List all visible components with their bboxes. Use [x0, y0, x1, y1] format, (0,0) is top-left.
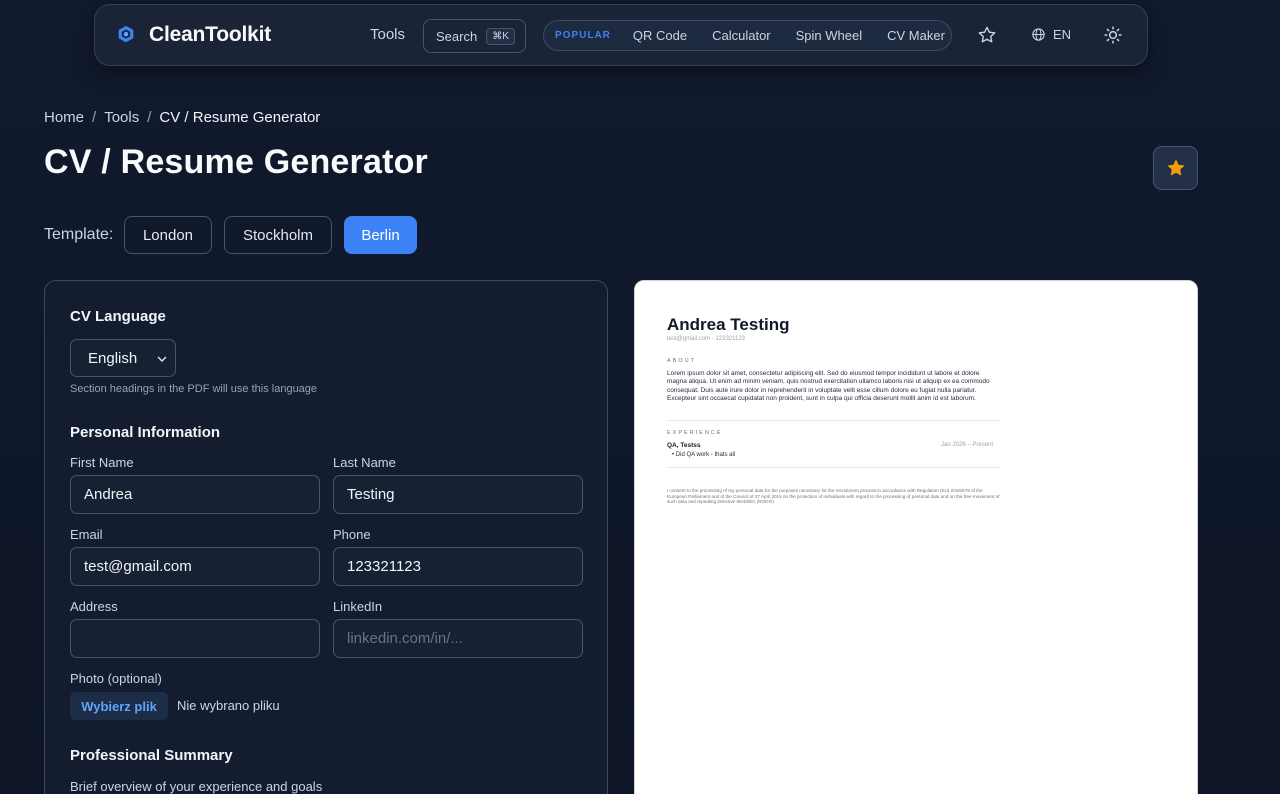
- last-name-input[interactable]: Testing: [333, 475, 583, 514]
- search-shortcut: ⌘K: [486, 27, 515, 45]
- phone-label: Phone: [333, 527, 371, 542]
- address-input[interactable]: [70, 619, 320, 658]
- template-berlin-button[interactable]: Berlin: [344, 216, 417, 254]
- popular-link-calculator[interactable]: Calculator: [712, 28, 771, 43]
- cv-language-select[interactable]: English: [70, 339, 176, 377]
- cv-preview-divider: [667, 467, 1001, 468]
- cv-preview-divider: [667, 420, 1001, 421]
- breadcrumb-separator: /: [147, 109, 152, 126]
- page-title: CV / Resume Generator: [44, 143, 428, 181]
- cv-preview-about-text: Lorem ipsum dolor sit amet, consectetur …: [667, 370, 990, 402]
- cv-preview-contact: test@gmail.com · 123321123: [667, 336, 746, 342]
- email-input[interactable]: test@gmail.com: [70, 547, 320, 586]
- cv-language-title: CV Language: [70, 308, 166, 325]
- breadcrumb-separator: /: [92, 109, 97, 126]
- professional-summary-hint: Brief overview of your experience and go…: [70, 779, 323, 794]
- template-label: Template:: [44, 226, 114, 243]
- popular-tools-bar: POPULAR QR Code Calculator Spin Wheel CV…: [543, 20, 952, 51]
- chevron-down-icon: [157, 356, 167, 362]
- cv-preview-name: Andrea Testing: [667, 315, 790, 334]
- cv-form-panel: CV Language English Section headings in …: [44, 280, 608, 794]
- search-button[interactable]: Search ⌘K: [423, 19, 526, 53]
- photo-choose-file-button[interactable]: Wybierz plik: [70, 692, 168, 720]
- favorite-button[interactable]: [1153, 146, 1198, 190]
- cv-language-hint: Section headings in the PDF will use thi…: [70, 383, 318, 395]
- phone-input[interactable]: 123321123: [333, 547, 583, 586]
- language-switcher[interactable]: EN: [1031, 27, 1071, 42]
- popular-link-spin-wheel[interactable]: Spin Wheel: [796, 28, 862, 43]
- breadcrumb: Home / Tools / CV / Resume Generator: [44, 109, 320, 126]
- first-name-input[interactable]: Andrea: [70, 475, 320, 514]
- cv-preview-bullet: • Did QA work - thats all: [672, 452, 736, 458]
- breadcrumb-tools[interactable]: Tools: [104, 109, 139, 126]
- cv-preview: Andrea Testing test@gmail.com · 12332112…: [634, 280, 1198, 794]
- star-filled-icon: [1167, 159, 1184, 176]
- professional-summary-title: Professional Summary: [70, 747, 233, 764]
- cv-preview-dates: Jan 2026 – Present: [941, 442, 994, 448]
- photo-file-status: Nie wybrano pliku: [177, 698, 280, 713]
- star-outline-icon[interactable]: [977, 25, 997, 45]
- last-name-label: Last Name: [333, 455, 396, 470]
- nav-tools-link[interactable]: Tools: [370, 26, 405, 43]
- first-name-label: First Name: [70, 455, 134, 470]
- cv-preview-consent: I consent to the processing of my person…: [667, 488, 1000, 505]
- logo-icon: [118, 25, 134, 43]
- brand-name: CleanToolkit: [149, 23, 272, 46]
- email-label: Email: [70, 527, 103, 542]
- popular-link-qr-code[interactable]: QR Code: [633, 28, 687, 43]
- photo-label: Photo (optional): [70, 671, 162, 686]
- popular-tag: POPULAR: [555, 30, 611, 41]
- search-label: Search: [436, 28, 478, 44]
- personal-info-title: Personal Information: [70, 424, 221, 441]
- cv-preview-role: QA, Testss: [667, 442, 701, 449]
- cv-preview-bullet-text: Did QA work - thats all: [675, 452, 736, 458]
- template-stockholm-button[interactable]: Stockholm: [224, 216, 332, 254]
- brand-logo[interactable]: CleanToolkit: [115, 23, 271, 47]
- address-label: Address: [70, 599, 118, 614]
- linkedin-label: LinkedIn: [333, 599, 383, 614]
- cv-preview-about-heading: ABOUT: [667, 358, 696, 364]
- popular-link-cv-maker[interactable]: CV Maker: [887, 28, 945, 43]
- cv-preview-experience-heading: EXPERIENCE: [667, 430, 723, 436]
- breadcrumb-home[interactable]: Home: [44, 109, 84, 126]
- template-london-button[interactable]: London: [124, 216, 212, 254]
- language-code: EN: [1053, 27, 1072, 42]
- linkedin-input[interactable]: linkedin.com/in/...: [333, 619, 583, 658]
- breadcrumb-current: CV / Resume Generator: [159, 109, 321, 126]
- globe-icon: [1032, 28, 1045, 41]
- sun-icon[interactable]: [1103, 25, 1123, 45]
- top-navigation-bar: CleanToolkit Tools Search ⌘K POPULAR QR …: [94, 4, 1148, 66]
- cv-language-value: English: [88, 349, 138, 367]
